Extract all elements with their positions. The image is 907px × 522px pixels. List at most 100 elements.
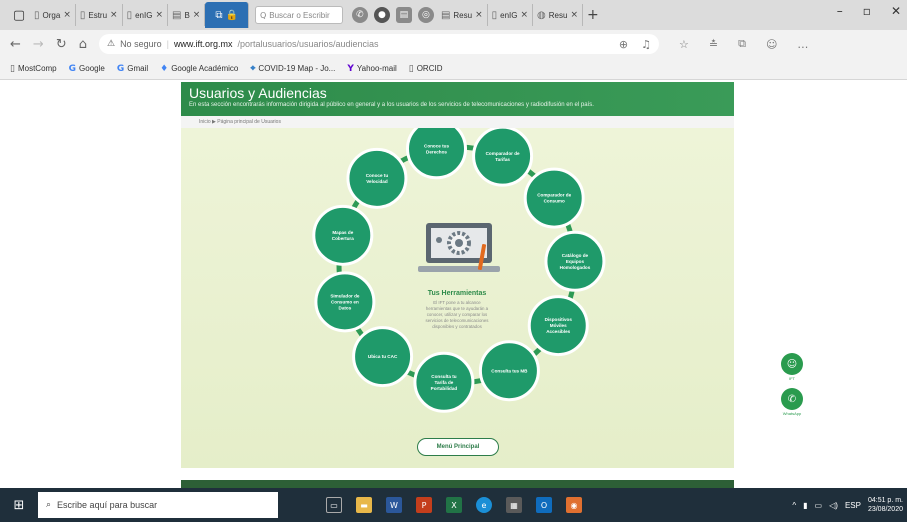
- center-description: El IFT pone a tu alcanceherramientas que…: [426, 300, 490, 329]
- tool-node-label: Homologados: [560, 265, 591, 270]
- excel-icon[interactable]: X: [446, 497, 462, 513]
- language-indicator[interactable]: ESP: [845, 501, 861, 510]
- virtual-agent-icon[interactable]: ☺: [781, 353, 803, 375]
- tab-label: B: [184, 10, 190, 20]
- close-icon[interactable]: ✕: [891, 4, 901, 18]
- taskbar-search-placeholder: Escribe aquí para buscar: [57, 500, 158, 510]
- profile-icon[interactable]: ☺: [766, 38, 777, 51]
- tool-node[interactable]: Comparador deConsumo: [523, 167, 585, 229]
- clock[interactable]: 04:51 p. m. 23/08/2020: [868, 496, 903, 514]
- tab-close-icon[interactable]: ×: [63, 10, 71, 20]
- page-icon: ▯: [34, 9, 40, 21]
- tab-close-icon[interactable]: ×: [520, 10, 528, 20]
- tab-close-icon[interactable]: ×: [475, 10, 483, 20]
- tools-illustration: [418, 223, 500, 272]
- tool-node[interactable]: Catálogo deEquiposHomologados: [544, 230, 606, 292]
- phone-icon[interactable]: ✆: [351, 7, 368, 23]
- tool-node-label: Móviles: [550, 323, 567, 328]
- bookmark-item[interactable]: G Google: [69, 64, 105, 74]
- bookmark-item[interactable]: ▯ MostComp: [10, 64, 57, 74]
- calculator-icon[interactable]: ▦: [506, 497, 522, 513]
- favorite-star-icon[interactable]: ☆: [679, 38, 689, 51]
- center-description-line: El IFT pone a tu alcance: [433, 300, 481, 305]
- tool-node[interactable]: Conoce tusDerechos: [406, 128, 468, 180]
- tools-wheel: Tus Herramientas El IFT pone a tu alcanc…: [312, 128, 606, 413]
- maximize-icon[interactable]: ▫: [863, 4, 871, 18]
- bookmark-item[interactable]: ♦ Google Académico: [160, 64, 238, 74]
- main-menu-button[interactable]: Menú Principal: [417, 438, 499, 456]
- tool-node-label: Comparador de: [486, 151, 520, 156]
- find-input[interactable]: Q Buscar o Escribir: [254, 6, 343, 24]
- tool-node[interactable]: Ubica tu CAC: [352, 326, 414, 388]
- bookmark-item[interactable]: ⌖ COVID-19 Map - Jo...: [250, 64, 335, 74]
- window-menu-icon[interactable]: ▢: [8, 4, 30, 26]
- home-icon[interactable]: ⌂: [79, 37, 87, 52]
- task-view-icon[interactable]: ▭: [326, 497, 342, 513]
- taskbar-search[interactable]: ⌕ Escribe aquí para buscar: [38, 492, 278, 518]
- split-view-icon[interactable]: ⧉: [215, 10, 222, 21]
- tool-node[interactable]: Comparador deTarifas: [472, 128, 534, 187]
- tab-left-0[interactable]: ▯ Orga ×: [30, 4, 76, 26]
- tab-left-2[interactable]: ▯ enIG ×: [123, 4, 168, 26]
- photos-icon[interactable]: ◉: [566, 497, 582, 513]
- tray-expand-icon[interactable]: ^: [792, 501, 796, 510]
- word-icon[interactable]: W: [386, 497, 402, 513]
- tool-node-label: Conoce tu: [366, 173, 389, 178]
- tab-close-icon[interactable]: ×: [110, 10, 118, 20]
- url-input[interactable]: ⚠ No seguro | www.ift.org.mx/portalusuar…: [98, 34, 659, 54]
- windows-start-icon[interactable]: ⊞: [0, 488, 38, 522]
- new-tab-button[interactable]: +: [587, 7, 599, 23]
- tool-node[interactable]: Simulador deConsumo enDatos: [314, 271, 376, 333]
- favorites-list-icon[interactable]: ≛: [709, 38, 718, 51]
- collections-icon[interactable]: ⧉: [738, 37, 746, 51]
- record-icon[interactable]: ●: [373, 7, 390, 23]
- battery-icon[interactable]: ▮: [803, 501, 807, 510]
- system-tray: ^ ▮ ▭ ◁) ESP 04:51 p. m. 23/08/2020: [792, 488, 903, 522]
- tool-node[interactable]: DispositivosMóvilesAccesibles: [527, 295, 589, 357]
- network-icon[interactable]: ▭: [815, 501, 823, 510]
- windows-taskbar: ⊞ ⌕ Escribe aquí para buscar ▭ ▬ W P X e…: [0, 488, 907, 522]
- volume-icon[interactable]: ◁): [829, 501, 838, 510]
- tool-node-label: Tarifa de: [435, 380, 454, 385]
- page-title: Usuarios y Audiencias: [189, 85, 327, 101]
- powerpoint-icon[interactable]: P: [416, 497, 432, 513]
- tool-node[interactable]: Mapas deCobertura: [312, 204, 374, 266]
- outlook-icon[interactable]: O: [536, 497, 552, 513]
- minimize-icon[interactable]: –: [837, 4, 843, 18]
- tab-right-2[interactable]: ◍ Resu ×: [533, 4, 583, 26]
- tab-left-1[interactable]: ▯ Estru ×: [76, 4, 123, 26]
- tab-active[interactable]: ⧉ 🔒: [205, 2, 249, 28]
- reload-icon[interactable]: ↻: [56, 37, 67, 52]
- bookmark-item[interactable]: G Gmail: [117, 64, 148, 74]
- breadcrumb[interactable]: Inicio ▶ Página principal de Usuarios: [181, 116, 734, 128]
- more-icon[interactable]: …: [797, 38, 808, 51]
- yahoo-icon: Y: [347, 63, 354, 74]
- pdf-icon: ▤: [440, 9, 451, 21]
- bookmark-item[interactable]: ▯ ORCID: [409, 64, 443, 74]
- tool-node-label: Accesibles: [546, 329, 570, 334]
- tool-node[interactable]: Consulta tuTarifa dePortabilidad: [413, 351, 475, 413]
- zoom-icon[interactable]: ⊕: [619, 38, 628, 51]
- forward-icon[interactable]: →: [33, 37, 44, 52]
- page-icon: ▯: [491, 9, 498, 21]
- file-explorer-icon[interactable]: ▬: [356, 497, 372, 513]
- tool-node[interactable]: Conoce tuVelocidad: [346, 147, 408, 209]
- read-aloud-icon[interactable]: ♫: [641, 38, 651, 51]
- tab-left-3[interactable]: ▤ B ×: [168, 4, 206, 26]
- clock-date: 23/08/2020: [867, 506, 903, 513]
- tab-close-icon[interactable]: ×: [155, 10, 163, 20]
- tab-close-icon[interactable]: ×: [570, 10, 578, 20]
- bookmark-label: Yahoo-mail: [356, 64, 397, 73]
- tool-node[interactable]: Consulta tus MB: [478, 340, 540, 402]
- tab-right-0[interactable]: ▤ Resu ×: [437, 4, 488, 26]
- bookmark-label: Google Académico: [171, 64, 239, 73]
- whatsapp-icon[interactable]: ✆: [781, 388, 803, 410]
- tab-close-icon[interactable]: ×: [193, 10, 201, 20]
- bookmark-item[interactable]: Y Yahoo-mail: [347, 64, 396, 74]
- tab-right-1[interactable]: ▯ enIG ×: [488, 4, 534, 26]
- keyboard-icon[interactable]: ▤: [395, 7, 412, 23]
- center-title: Tus Herramientas: [428, 290, 487, 297]
- edge-icon[interactable]: e: [476, 497, 492, 513]
- back-icon[interactable]: ←: [10, 37, 21, 52]
- target-icon[interactable]: ◎: [417, 7, 434, 23]
